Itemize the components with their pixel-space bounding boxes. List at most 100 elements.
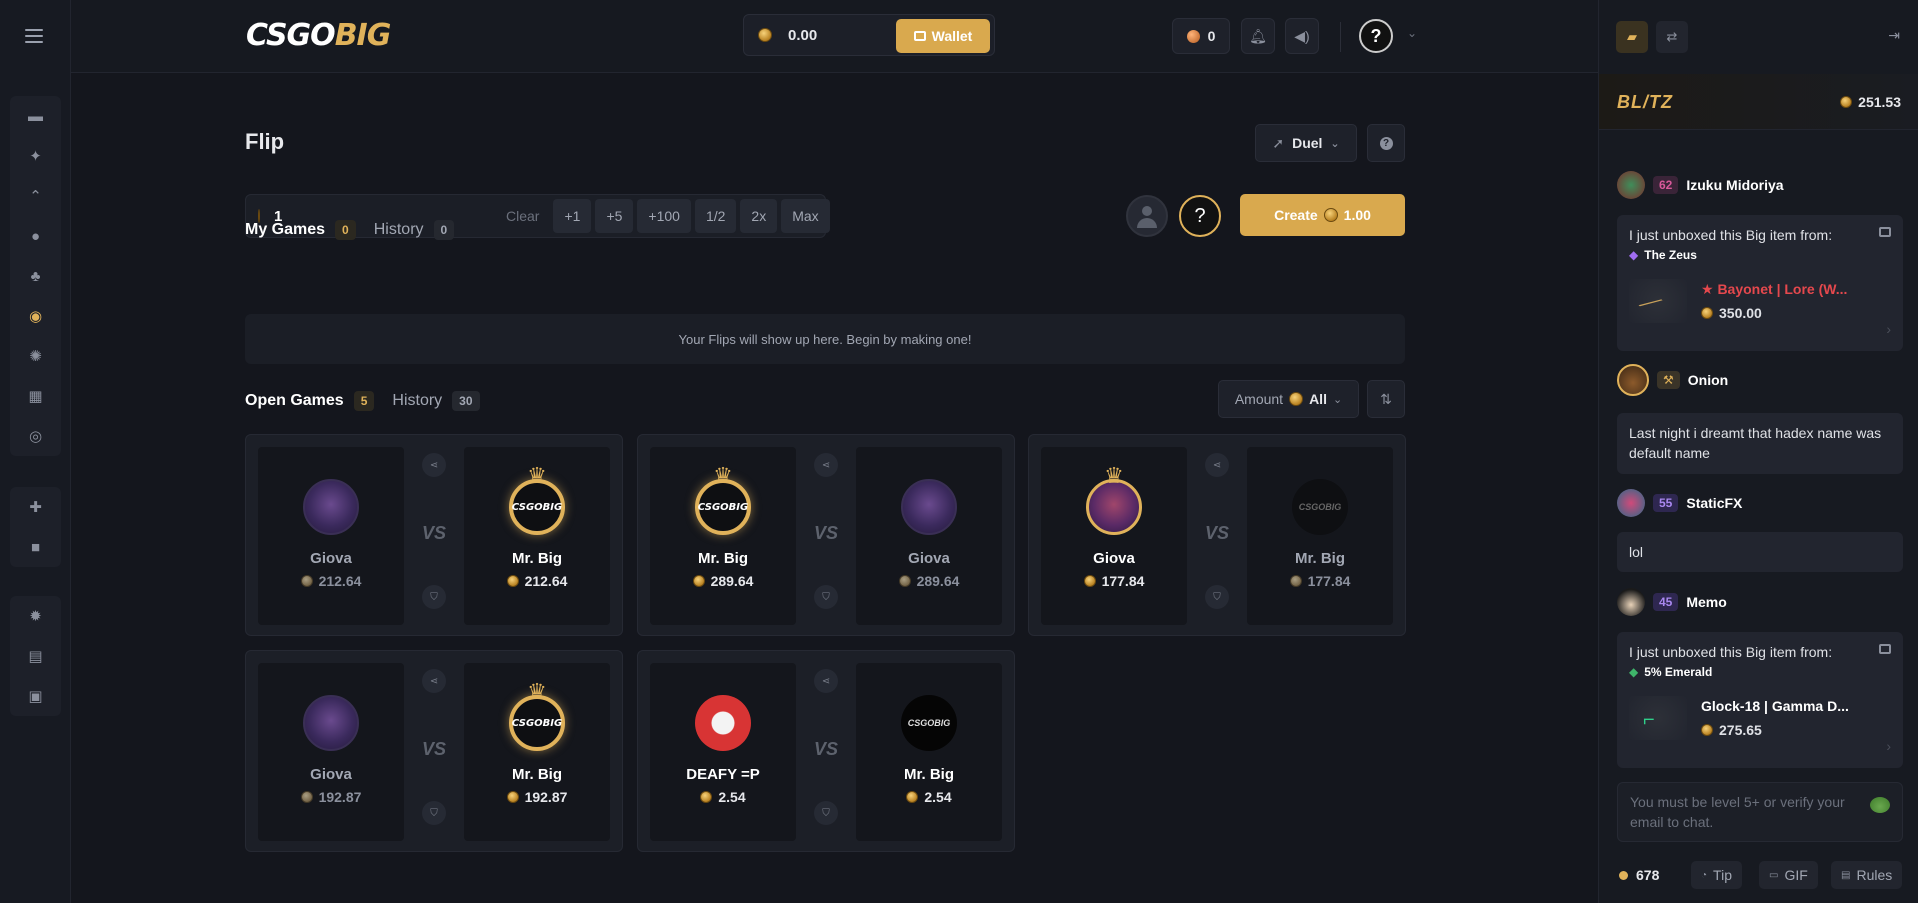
coin-side-help[interactable]: ? bbox=[1179, 195, 1221, 237]
emoji-icon[interactable] bbox=[1870, 797, 1890, 813]
share-icon[interactable]: ⋖ bbox=[814, 453, 838, 477]
profile-help-avatar[interactable]: ? bbox=[1359, 19, 1393, 53]
nav-affiliates-icon[interactable]: ✚ bbox=[10, 487, 61, 527]
chat-user[interactable]: 45 Memo bbox=[1617, 588, 1727, 616]
wallet-icon bbox=[913, 31, 926, 41]
case-icon bbox=[1879, 644, 1891, 654]
chat-user[interactable]: ⚒ Onion bbox=[1617, 364, 1728, 396]
fairness-shield-icon[interactable]: ⛉ bbox=[422, 585, 446, 609]
unbox-message[interactable]: I just unboxed this Big item from: ◆ The … bbox=[1617, 215, 1903, 351]
gif-button[interactable]: ▭ GIF bbox=[1759, 861, 1818, 889]
info-button[interactable]: ? bbox=[1367, 124, 1405, 162]
gif-icon: ▭ bbox=[1769, 869, 1779, 881]
nav-flip-icon[interactable]: ◉ bbox=[10, 296, 61, 336]
collapse-panel-icon[interactable]: ⇥ bbox=[1888, 27, 1900, 44]
chevron-down-icon[interactable]: ⌄ bbox=[1407, 26, 1417, 40]
points-value: 0 bbox=[1207, 28, 1216, 44]
player-name: Mr. Big bbox=[903, 766, 954, 783]
tip-button[interactable]: ◔ Tip bbox=[1691, 861, 1742, 889]
tab-my-history[interactable]: History bbox=[374, 221, 424, 239]
game-card[interactable]: Giova 192.87 ⋖ VS ⛉ ♛ CSGOBIG Mr. Big 19… bbox=[245, 650, 623, 852]
sort-button[interactable]: ⇅ bbox=[1367, 380, 1405, 418]
player-amount: 289.64 bbox=[898, 573, 959, 589]
chat-user[interactable]: 62 Izuku Midoriya bbox=[1617, 171, 1784, 199]
player-name: Mr. Big bbox=[511, 550, 562, 567]
nav-faq-icon[interactable]: ▤ bbox=[10, 636, 61, 676]
nav-plinko-icon[interactable]: ♣ bbox=[10, 256, 61, 296]
bet-plus-1-button[interactable]: +1 bbox=[553, 199, 592, 233]
tab-open-history[interactable]: History bbox=[392, 392, 442, 410]
game-card[interactable]: DEAFY =P 2.54 ⋖ VS ⛉ CSGOBIG Mr. Big 2.5… bbox=[637, 650, 1015, 852]
player-slot: Giova 212.64 bbox=[258, 447, 404, 625]
player-avatar: CSGOBIG bbox=[901, 695, 957, 751]
nav-mines-icon[interactable]: ▦ bbox=[10, 376, 61, 416]
player-amount: 2.54 bbox=[700, 789, 746, 805]
bet-plus-5-button[interactable]: +5 bbox=[595, 199, 634, 233]
wallet-button[interactable]: Wallet bbox=[896, 19, 990, 53]
nav-rewards-icon[interactable]: ■ bbox=[10, 527, 61, 567]
notifications-button[interactable]: 🔔︎ bbox=[1241, 18, 1275, 54]
create-button[interactable]: Create 1.00 bbox=[1240, 194, 1405, 236]
player-amount: 177.84 bbox=[1083, 573, 1144, 589]
fairness-shield-icon[interactable]: ⛉ bbox=[1205, 585, 1229, 609]
chat-input[interactable]: You must be level 5+ or verify your emai… bbox=[1617, 782, 1903, 842]
chat-user[interactable]: 55 StaticFX bbox=[1617, 489, 1742, 517]
menu-icon[interactable] bbox=[25, 29, 43, 43]
tab-my-games[interactable]: My Games bbox=[245, 221, 325, 239]
coin-icon bbox=[1289, 392, 1304, 406]
player-name: Giova bbox=[310, 766, 352, 783]
clear-button[interactable]: Clear bbox=[506, 208, 539, 224]
sound-button[interactable]: ◀) bbox=[1285, 18, 1319, 54]
nav-cases-icon[interactable]: ▬ bbox=[10, 96, 61, 136]
bet-half-button[interactable]: 1/2 bbox=[694, 199, 737, 233]
nav-crash-icon[interactable]: ● bbox=[10, 216, 61, 256]
amount-filter[interactable]: Amount All ⌄ bbox=[1218, 380, 1359, 418]
fairness-shield-icon[interactable]: ⛉ bbox=[422, 801, 446, 825]
chat-username: StaticFX bbox=[1686, 495, 1743, 511]
nav-support-icon[interactable]: ▣ bbox=[10, 676, 61, 716]
fairness-shield-icon[interactable]: ⛉ bbox=[814, 585, 838, 609]
nav-battles-icon[interactable]: ✦ bbox=[10, 136, 61, 176]
fairness-shield-icon[interactable]: ⛉ bbox=[814, 801, 838, 825]
side-select-avatar[interactable] bbox=[1126, 195, 1168, 237]
player-name: Giova bbox=[1093, 550, 1135, 567]
mode-select[interactable]: ➚ Duel ⌄ bbox=[1255, 124, 1357, 162]
player-avatar bbox=[303, 695, 359, 751]
game-card[interactable]: Giova 212.64 ⋖ VS ⛉ ♛ CSGOBIG Mr. Big 21… bbox=[245, 434, 623, 636]
share-icon[interactable]: ⋖ bbox=[1205, 453, 1229, 477]
level-badge: 55 bbox=[1653, 494, 1679, 512]
nav-roulette-icon[interactable]: ✺ bbox=[10, 336, 61, 376]
bet-max-button[interactable]: Max bbox=[781, 199, 830, 233]
player-amount: 212.64 bbox=[506, 573, 567, 589]
nav-upgrade-icon[interactable]: ⌃ bbox=[10, 176, 61, 216]
share-icon[interactable]: ⋖ bbox=[422, 453, 446, 477]
coin-icon bbox=[300, 575, 313, 587]
main-content: Flip ➚ Duel ⌄ ? Clear +1 +5 +100 1/2 2x … bbox=[71, 73, 1598, 903]
tab-trades[interactable]: ⇄ bbox=[1656, 21, 1688, 53]
nav-wheel-icon[interactable]: ◎ bbox=[10, 416, 61, 456]
game-card[interactable]: ♛ Giova 177.84 ⋖ VS ⛉ CSGOBIG Mr. Big 17… bbox=[1028, 434, 1406, 636]
player-avatar bbox=[695, 695, 751, 751]
filter-value: All bbox=[1309, 391, 1327, 407]
bet-double-button[interactable]: 2x bbox=[740, 199, 778, 233]
rules-button[interactable]: ▤ Rules bbox=[1831, 861, 1903, 889]
nav-settings-icon[interactable]: ✹ bbox=[10, 596, 61, 636]
share-icon[interactable]: ⋖ bbox=[814, 669, 838, 693]
unbox-message[interactable]: I just unboxed this Big item from: ◆ 5% E… bbox=[1617, 632, 1903, 768]
blitz-banner[interactable]: BL/TZ 251.53 bbox=[1599, 74, 1918, 130]
player-amount: 192.87 bbox=[300, 789, 361, 805]
points-box[interactable]: 0 bbox=[1172, 18, 1230, 54]
coin-icon bbox=[1323, 208, 1338, 222]
tab-open-games[interactable]: Open Games bbox=[245, 392, 344, 410]
crown-icon: ♛ bbox=[1104, 463, 1124, 488]
site-logo[interactable]: CSGOBIG bbox=[246, 18, 391, 53]
game-card[interactable]: ♛ CSGOBIG Mr. Big 289.64 ⋖ VS ⛉ Giova 28… bbox=[637, 434, 1015, 636]
coin-icon bbox=[1289, 575, 1302, 587]
coin-icon bbox=[906, 791, 919, 803]
tab-chat[interactable]: ▰ bbox=[1616, 21, 1648, 53]
share-icon[interactable]: ⋖ bbox=[422, 669, 446, 693]
level-badge: 45 bbox=[1653, 593, 1679, 611]
bet-plus-100-button[interactable]: +100 bbox=[637, 199, 691, 233]
vs-label: VS bbox=[813, 523, 839, 543]
player-slot: ♛ CSGOBIG Mr. Big 212.64 bbox=[464, 447, 610, 625]
